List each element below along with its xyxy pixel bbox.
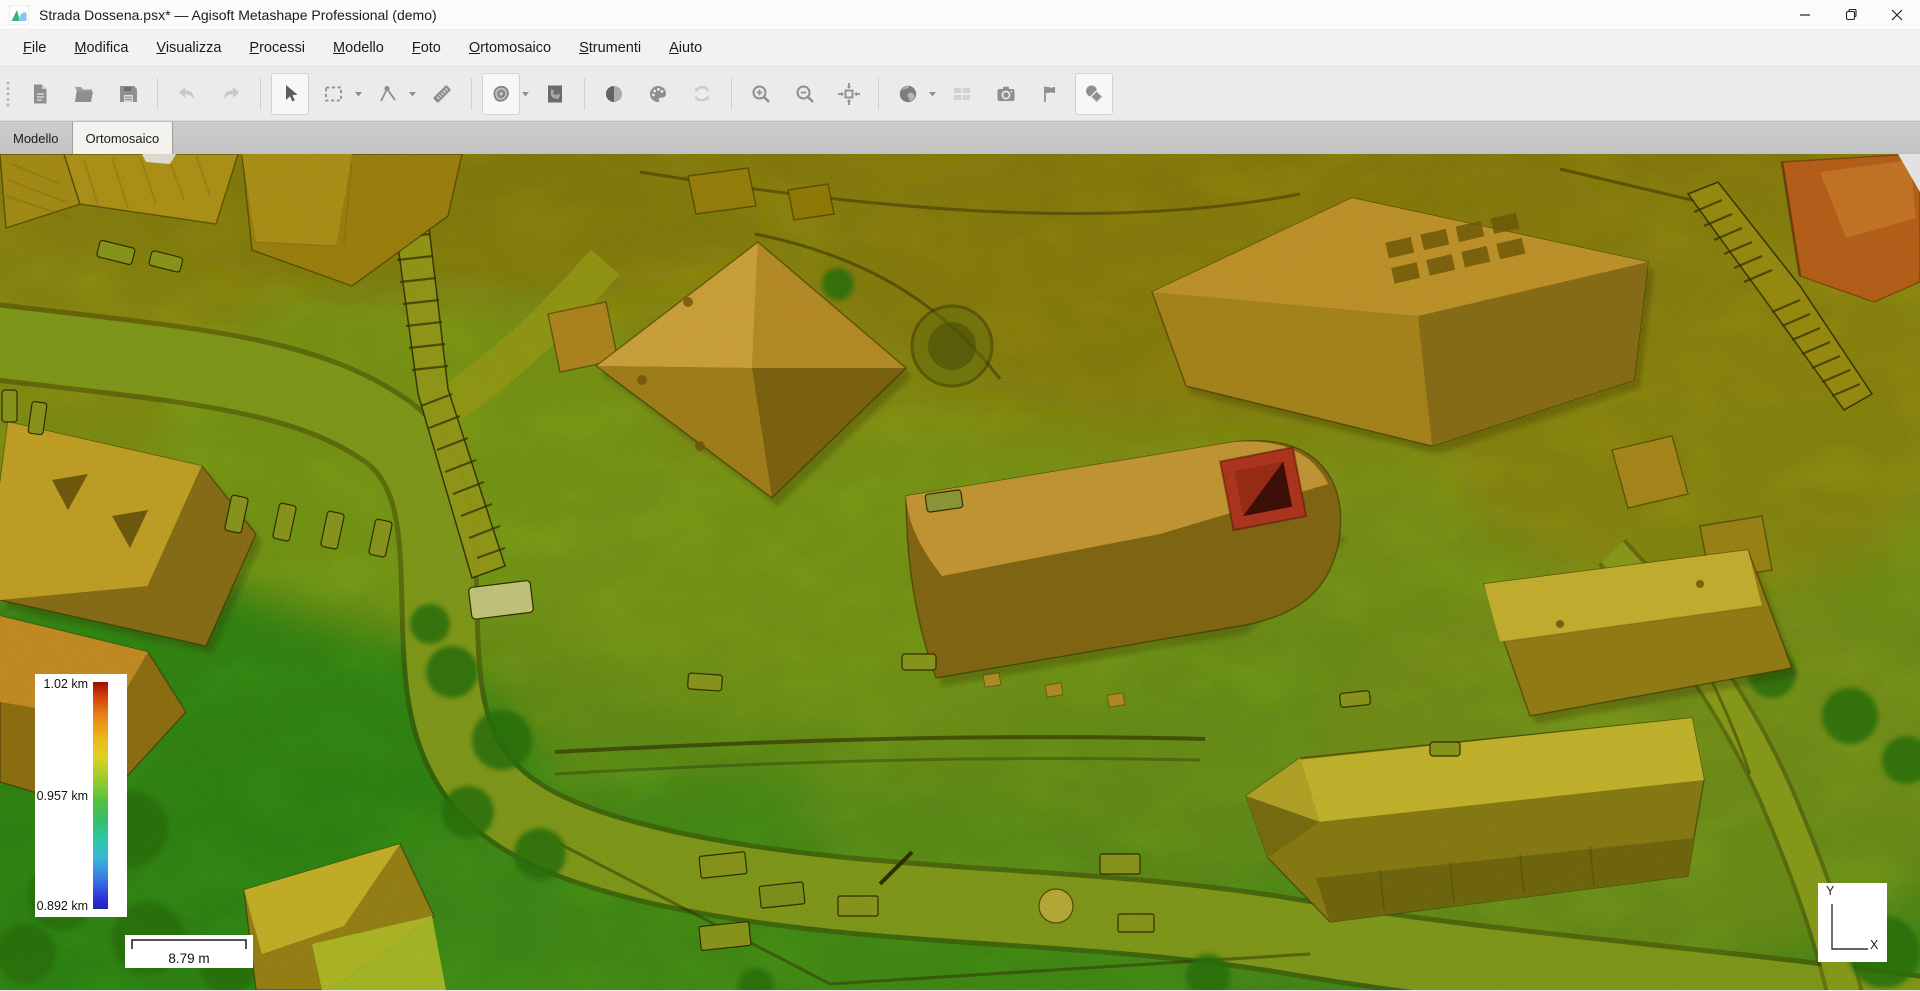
undo-arrow-icon <box>175 82 199 106</box>
floppy-icon <box>116 82 140 106</box>
menu-bar: File Modifica Visualizza Processi Modell… <box>0 30 1920 67</box>
show-dem-button[interactable] <box>482 73 520 115</box>
save-project-button[interactable] <box>109 73 147 115</box>
toolbar-separator <box>731 78 732 110</box>
chevron-down-icon <box>521 90 530 98</box>
undo-button[interactable] <box>168 73 206 115</box>
chevron-down-icon <box>354 90 363 98</box>
window-controls <box>1782 0 1920 29</box>
flags-button[interactable] <box>1031 73 1069 115</box>
menu-processi[interactable]: Processi <box>235 34 319 62</box>
camera-icon <box>994 82 1018 106</box>
menu-file[interactable]: File <box>9 34 60 62</box>
axis-x-label: X <box>1870 938 1878 952</box>
zoom-out-icon <box>793 82 817 106</box>
ruler-button[interactable] <box>423 73 461 115</box>
globe-icon <box>896 82 920 106</box>
dem-view-canvas[interactable] <box>0 154 1920 990</box>
new-project-button[interactable] <box>21 73 59 115</box>
minimize-button[interactable] <box>1782 0 1828 29</box>
palette-icon <box>646 82 670 106</box>
base-map-dropdown[interactable] <box>926 73 938 115</box>
palette-button[interactable] <box>639 73 677 115</box>
open-project-button[interactable] <box>65 73 103 115</box>
capture-view-button[interactable] <box>987 73 1025 115</box>
metashape-logo-icon <box>9 5 29 25</box>
rectangle-selection-dropdown[interactable] <box>352 73 364 115</box>
cursor-icon <box>278 82 302 106</box>
refresh-icon <box>690 82 714 106</box>
chevron-down-icon <box>408 90 417 98</box>
toolbar-separator <box>471 78 472 110</box>
legend-max-label: 1.02 km <box>35 677 88 691</box>
ortho-image-icon <box>543 82 567 106</box>
title-bar: Strada Dossena.psx* — Agisoft Metashape … <box>0 0 1920 30</box>
show-dem-dropdown[interactable] <box>519 73 531 115</box>
show-orthomosaic-button[interactable] <box>536 73 574 115</box>
window-title: Strada Dossena.psx* — Agisoft Metashape … <box>39 7 437 23</box>
update-view-button[interactable] <box>683 73 721 115</box>
toolbar-separator <box>260 78 261 110</box>
measure-dropdown[interactable] <box>406 73 418 115</box>
menu-modifica[interactable]: Modifica <box>60 34 142 62</box>
restore-icon <box>1845 8 1858 21</box>
zoom-out-button[interactable] <box>786 73 824 115</box>
shapes-icon <box>1081 82 1107 106</box>
redo-button[interactable] <box>212 73 250 115</box>
navigation-select-button[interactable] <box>271 73 309 115</box>
zoom-in-button[interactable] <box>742 73 780 115</box>
menu-modello[interactable]: Modello <box>319 34 398 62</box>
seamlines-button[interactable] <box>943 73 981 115</box>
axis-y-label: Y <box>1826 884 1834 898</box>
close-icon <box>1891 9 1903 21</box>
view-tab-bar: Modello Ortomosaico <box>0 121 1920 154</box>
folder-icon <box>72 82 96 106</box>
restore-button[interactable] <box>1828 0 1874 29</box>
zoom-in-icon <box>749 82 773 106</box>
contrast-icon <box>602 82 626 106</box>
document-icon <box>28 82 52 106</box>
contours-icon <box>488 82 514 106</box>
dashed-rectangle-icon <box>322 82 346 106</box>
menu-visualizza[interactable]: Visualizza <box>142 34 235 62</box>
menu-ortomosaico[interactable]: Ortomosaico <box>455 34 565 62</box>
dem-viewport: 1.02 km 0.957 km 0.892 km 8.79 m Y X <box>0 154 1920 990</box>
legend-min-label: 0.892 km <box>35 899 88 913</box>
brightness-contrast-button[interactable] <box>595 73 633 115</box>
measure-icon <box>376 82 400 106</box>
tab-modello[interactable]: Modello <box>0 122 72 154</box>
scale-bracket-icon <box>130 938 248 950</box>
flag-icon <box>1038 82 1062 106</box>
elevation-legend: 1.02 km 0.957 km 0.892 km <box>35 674 127 917</box>
fit-view-icon <box>837 82 861 106</box>
hillshade-grain <box>0 154 1920 990</box>
grip-dots-icon <box>4 80 12 108</box>
toolbar-separator <box>157 78 158 110</box>
legend-mid-label: 0.957 km <box>35 789 88 803</box>
rectangle-selection-button[interactable] <box>315 73 353 115</box>
fit-to-view-button[interactable] <box>830 73 868 115</box>
minimize-icon <box>1799 9 1811 21</box>
base-map-button[interactable] <box>889 73 927 115</box>
legend-colormap-bar <box>93 682 108 909</box>
close-button[interactable] <box>1874 0 1920 29</box>
menu-foto[interactable]: Foto <box>398 34 455 62</box>
ruler-icon <box>430 82 454 106</box>
seamlines-icon <box>950 82 974 106</box>
scale-bar-label: 8.79 m <box>125 951 253 966</box>
chevron-down-icon <box>928 90 937 98</box>
scale-bar: 8.79 m <box>125 935 253 968</box>
toolbar-grip-handle[interactable] <box>2 77 14 111</box>
toolbar-separator <box>878 78 879 110</box>
measure-angle-button[interactable] <box>369 73 407 115</box>
main-toolbar <box>0 67 1920 121</box>
tab-ortomosaico[interactable]: Ortomosaico <box>72 122 174 154</box>
toolbar-separator <box>584 78 585 110</box>
redo-arrow-icon <box>219 82 243 106</box>
menu-aiuto[interactable]: Aiuto <box>655 34 716 62</box>
draw-shapes-button[interactable] <box>1075 73 1113 115</box>
axis-gizmo: Y X <box>1818 883 1887 962</box>
menu-strumenti[interactable]: Strumenti <box>565 34 655 62</box>
